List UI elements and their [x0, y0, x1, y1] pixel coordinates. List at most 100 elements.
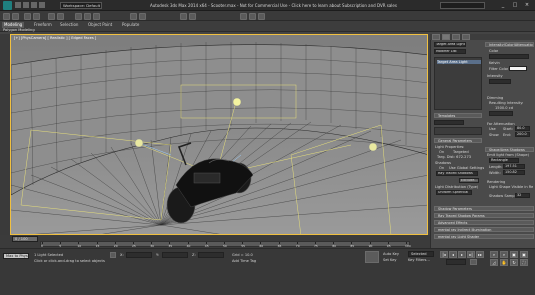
- exclude-button[interactable]: Exclude...: [459, 178, 479, 183]
- move-icon[interactable]: [75, 12, 82, 20]
- mental-ray-indirect-rollup[interactable]: mental ray Indirect Illumination: [434, 227, 534, 232]
- tab-populate[interactable]: Populate: [120, 22, 141, 28]
- tab-object-paint[interactable]: Object Paint: [86, 22, 114, 28]
- modifier-stack[interactable]: Target Area Light: [434, 57, 482, 110]
- use-global-settings-checkbox[interactable]: Use Global Settings: [449, 166, 484, 170]
- maximize-viewport-icon[interactable]: ⛶: [520, 259, 528, 266]
- advanced-effects-rollup[interactable]: Advanced Effects: [434, 220, 534, 225]
- close-button[interactable]: ×: [521, 2, 533, 9]
- orbit-icon[interactable]: ↻: [510, 259, 518, 266]
- new-icon[interactable]: [15, 2, 21, 8]
- templates-rollup[interactable]: Templates: [434, 113, 482, 118]
- render-setup-icon[interactable]: [249, 12, 256, 20]
- light-icon[interactable]: [368, 142, 378, 152]
- save-icon[interactable]: [31, 2, 37, 8]
- general-parameters-rollup[interactable]: General Parameters: [434, 138, 482, 143]
- maxscript-listener[interactable]: Max to Phys: [3, 253, 29, 259]
- ribbon-polygon-modeling[interactable]: Polygon Modeling: [3, 28, 35, 32]
- z-coord-field[interactable]: [198, 252, 224, 258]
- select-by-name-icon[interactable]: [57, 12, 64, 20]
- open-icon[interactable]: [23, 2, 29, 8]
- render-icon[interactable]: [258, 12, 265, 20]
- templates-dropdown[interactable]: [434, 120, 464, 125]
- intensity-field[interactable]: [489, 79, 511, 84]
- shadow-samples-dropdown[interactable]: 32: [515, 193, 530, 198]
- shadow-parameters-rollup[interactable]: Shadow Parameters: [434, 206, 534, 211]
- shape-dropdown[interactable]: Rectangle: [489, 158, 519, 163]
- time-slider[interactable]: 0 / 100: [12, 236, 38, 242]
- stack-item[interactable]: Target Area Light: [437, 60, 481, 64]
- track-bar[interactable]: 0 5 10 15 20 25 30 35 40 45 50 55 60 65 70 75 80 85 90 95 10…: [40, 241, 411, 248]
- targeted-checkbox[interactable]: Targeted: [453, 150, 469, 154]
- end-field[interactable]: 200.0: [515, 132, 530, 137]
- mental-ray-light-shader-rollup[interactable]: mental ray Light Shader: [434, 234, 534, 239]
- next-frame-icon[interactable]: ▸|: [467, 251, 475, 258]
- field-of-view-icon[interactable]: ◿: [490, 259, 498, 266]
- viewport-label[interactable]: [+] [PhysCamera] [ Realistic ] [ Edged F…: [14, 36, 96, 40]
- show-checkbox[interactable]: Show: [489, 133, 499, 137]
- tab-freeform[interactable]: Freeform: [32, 22, 54, 28]
- ray-traced-shadow-params-rollup[interactable]: Ray Traced Shadow Params: [434, 213, 534, 218]
- set-key-button[interactable]: Set Key: [383, 258, 397, 262]
- on-checkbox[interactable]: On: [439, 150, 444, 154]
- search-field[interactable]: [440, 2, 485, 9]
- auto-key-button[interactable]: Auto Key: [383, 252, 399, 256]
- light-icon[interactable]: [232, 97, 242, 107]
- zoom-extents-icon[interactable]: ▣: [510, 251, 518, 258]
- start-field[interactable]: 80.0: [515, 126, 530, 131]
- filter-color-swatch[interactable]: [509, 66, 527, 71]
- add-time-tag-button[interactable]: Add Time Tag: [232, 259, 256, 263]
- lock-icon[interactable]: [110, 252, 116, 258]
- light-distribution-dropdown[interactable]: Uniform Spherical: [436, 190, 472, 195]
- use-checkbox[interactable]: Use: [489, 127, 496, 131]
- maximize-button[interactable]: □: [509, 2, 521, 9]
- undo-icon[interactable]: [39, 2, 45, 8]
- kelvin-radio[interactable]: Kelvin: [489, 61, 500, 65]
- link-icon[interactable]: [24, 12, 31, 20]
- current-frame-field[interactable]: [446, 259, 466, 265]
- length-field[interactable]: 197.51: [503, 164, 525, 169]
- key-filters-button[interactable]: Key Filters...: [408, 258, 430, 262]
- selected-dropdown[interactable]: Selected: [408, 251, 434, 257]
- align-icon[interactable]: [189, 12, 196, 20]
- go-to-start-icon[interactable]: |◂: [440, 251, 448, 258]
- modifier-list-dropdown[interactable]: Modifier List: [434, 49, 466, 54]
- zoom-icon[interactable]: ⌕: [490, 251, 498, 258]
- zoom-extents-all-icon[interactable]: ▣: [520, 251, 528, 258]
- play-icon[interactable]: ▸: [458, 251, 466, 258]
- tab-selection[interactable]: Selection: [58, 22, 80, 28]
- go-to-end-icon[interactable]: ▸▸: [476, 251, 484, 258]
- light-shape-visible-checkbox[interactable]: Light Shape Visible in Rendering: [489, 185, 533, 189]
- time-configuration-icon[interactable]: [470, 259, 477, 265]
- scale-icon[interactable]: [93, 12, 100, 20]
- select-icon[interactable]: [48, 12, 55, 20]
- material-editor-icon[interactable]: [240, 12, 247, 20]
- color-radio[interactable]: Color: [489, 49, 498, 53]
- width-field[interactable]: 150.82: [503, 170, 525, 175]
- snap-icon[interactable]: [130, 12, 137, 20]
- set-key-icon[interactable]: [365, 251, 379, 263]
- object-name-field[interactable]: Target Area Light: [434, 42, 466, 47]
- mirror-icon[interactable]: [180, 12, 187, 20]
- app-logo-icon[interactable]: [3, 1, 12, 10]
- shadows-on-checkbox[interactable]: On: [439, 166, 444, 170]
- shadow-type-dropdown[interactable]: Ray Traced Shadows: [436, 171, 478, 176]
- shape-area-shadows-rollup[interactable]: Shape/Area Shadows: [485, 147, 534, 152]
- undo-tool-icon[interactable]: [3, 12, 10, 20]
- intensity-rollup[interactable]: Intensity/Color/Attenuation: [485, 42, 534, 47]
- dimming-field[interactable]: [489, 111, 513, 116]
- unlink-icon[interactable]: [33, 12, 40, 20]
- viewport-perspective[interactable]: [+] [PhysCamera] [ Realistic ] [ Edged F…: [10, 34, 428, 235]
- rotate-icon[interactable]: [84, 12, 91, 20]
- redo-tool-icon[interactable]: [12, 12, 19, 20]
- angle-snap-icon[interactable]: [139, 12, 146, 20]
- light-icon[interactable]: [134, 138, 144, 148]
- workspace-dropdown[interactable]: Workspace: Default: [60, 2, 102, 9]
- y-coord-field[interactable]: [162, 252, 188, 258]
- minimize-button[interactable]: _: [497, 2, 509, 9]
- pan-icon[interactable]: ✋: [500, 259, 508, 266]
- color-preset-dropdown[interactable]: [489, 54, 529, 59]
- previous-frame-icon[interactable]: ◂: [449, 251, 457, 258]
- zoom-all-icon[interactable]: ⌕: [500, 251, 508, 258]
- x-coord-field[interactable]: [126, 252, 152, 258]
